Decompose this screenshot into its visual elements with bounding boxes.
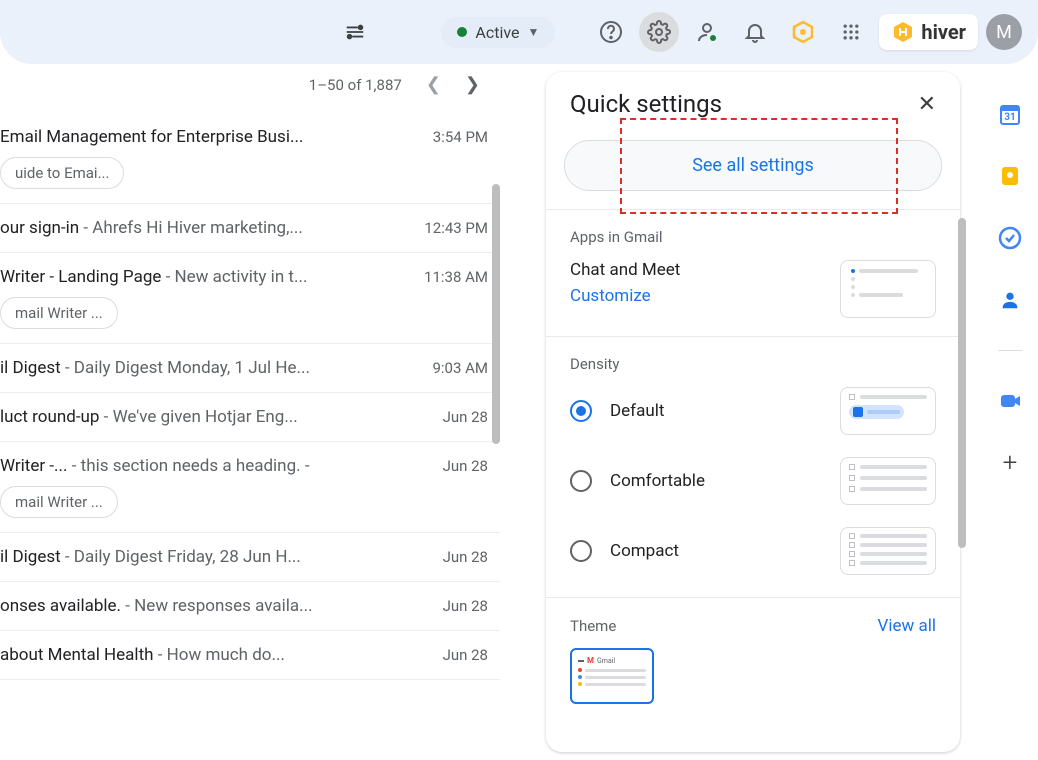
attachment-chip[interactable]: mail Writer ... xyxy=(0,486,118,518)
radio-unchecked-icon xyxy=(570,540,592,562)
settings-scrollbar[interactable] xyxy=(958,218,966,548)
email-row[interactable]: our sign-in - Ahrefs Hi Hiver marketing,… xyxy=(0,204,500,253)
contacts-side-icon[interactable] xyxy=(998,288,1022,312)
email-time: 12:43 PM xyxy=(412,219,488,237)
apps-in-gmail-label: Apps in Gmail xyxy=(570,228,936,246)
close-icon[interactable]: ✕ xyxy=(918,92,936,117)
density-preview-default xyxy=(840,387,936,435)
email-subject: il Digest - Daily Digest Friday, 28 Jun … xyxy=(0,547,301,567)
email-preview: - New activity in t... xyxy=(161,267,307,287)
email-row[interactable]: luct round-up - We've given Hotjar Eng..… xyxy=(0,393,500,442)
email-time: Jun 28 xyxy=(431,646,488,664)
chevron-down-icon: ▼ xyxy=(527,25,539,39)
see-all-settings-button[interactable]: See all settings xyxy=(564,140,942,191)
density-compact-label: Compact xyxy=(610,541,679,561)
hiver-badge[interactable]: hiver xyxy=(879,14,978,50)
email-row[interactable]: about Mental Health - How much do... Jun … xyxy=(0,631,500,680)
pagination-bar: 1–50 of 1,887 ❮ ❯ xyxy=(0,64,500,113)
email-subject: Writer - Landing Page - New activity in … xyxy=(0,267,307,287)
email-time: Jun 28 xyxy=(431,457,488,475)
email-time: Jun 28 xyxy=(431,548,488,566)
chat-meet-preview xyxy=(840,260,936,318)
maillist-scrollbar[interactable] xyxy=(492,184,500,444)
email-subject: our sign-in - Ahrefs Hi Hiver marketing,… xyxy=(0,218,303,238)
hiver-label: hiver xyxy=(921,20,966,44)
density-option-compact[interactable]: Compact xyxy=(570,540,679,562)
mail-list: 1–50 of 1,887 ❮ ❯ Email Management for E… xyxy=(0,64,500,760)
density-preview-compact xyxy=(840,527,936,575)
avatar-letter: M xyxy=(996,22,1012,43)
density-preview-comfortable xyxy=(840,457,936,505)
theme-section-label: Theme xyxy=(570,617,616,635)
email-preview: - Ahrefs Hi Hiver marketing,... xyxy=(79,218,303,238)
keep-icon[interactable] xyxy=(998,164,1022,188)
email-time: Jun 28 xyxy=(431,408,488,426)
page-prev-icon[interactable]: ❮ xyxy=(426,74,441,95)
add-addon-icon[interactable]: + xyxy=(998,451,1022,475)
density-comfortable-label: Comfortable xyxy=(610,471,705,491)
density-section-label: Density xyxy=(570,355,936,373)
attachment-chip[interactable]: mail Writer ... xyxy=(0,297,118,329)
pagination-range: 1–50 of 1,887 xyxy=(309,76,402,94)
email-preview: - this section needs a heading. - xyxy=(68,456,310,476)
tasks-icon[interactable] xyxy=(998,226,1022,250)
email-time: 9:03 AM xyxy=(420,359,488,377)
email-preview: - Daily Digest Monday, 1 Jul He... xyxy=(61,358,310,378)
email-time: 11:38 AM xyxy=(412,268,488,286)
status-pill[interactable]: Active ▼ xyxy=(441,17,555,48)
email-row[interactable]: onses available. - New responses availa.… xyxy=(0,582,500,631)
meet-icon[interactable] xyxy=(998,389,1022,413)
contacts-icon[interactable] xyxy=(687,12,727,52)
customize-link[interactable]: Customize xyxy=(570,286,680,306)
email-row[interactable]: Writer -... - this section needs a headi… xyxy=(0,442,500,533)
density-default-label: Default xyxy=(610,401,664,421)
email-preview: - New responses availa... xyxy=(121,596,313,616)
theme-thumbnail-default[interactable]: MGmail xyxy=(570,648,654,704)
email-subject: about Mental Health - How much do... xyxy=(0,645,285,665)
apps-grid-icon[interactable] xyxy=(831,12,871,52)
email-preview: - We've given Hotjar Eng... xyxy=(99,407,297,427)
quick-settings-title: Quick settings xyxy=(570,90,722,118)
notifications-bell-icon[interactable] xyxy=(735,12,775,52)
topbar: Active ▼ hiver M xyxy=(0,0,1038,64)
density-option-comfortable[interactable]: Comfortable xyxy=(570,470,705,492)
input-tools-icon[interactable] xyxy=(335,12,375,52)
density-option-default[interactable]: Default xyxy=(570,400,664,422)
email-subject: onses available. - New responses availa.… xyxy=(0,596,313,616)
account-avatar[interactable]: M xyxy=(986,14,1022,50)
status-dot-icon xyxy=(457,27,467,37)
email-subject: Writer -... - this section needs a headi… xyxy=(0,456,310,476)
chat-and-meet-label: Chat and Meet xyxy=(570,260,680,280)
hiver-hex-icon[interactable] xyxy=(783,12,823,52)
email-row[interactable]: Writer - Landing Page - New activity in … xyxy=(0,253,500,344)
attachment-chip[interactable]: uide to Emai... xyxy=(0,157,124,189)
page-next-icon[interactable]: ❯ xyxy=(465,74,480,95)
email-subject: Email Management for Enterprise Busi... xyxy=(0,127,303,147)
email-row[interactable]: il Digest - Daily Digest Friday, 28 Jun … xyxy=(0,533,500,582)
email-preview: - How much do... xyxy=(154,645,285,665)
email-subject: luct round-up - We've given Hotjar Eng..… xyxy=(0,407,298,427)
svg-text:31: 31 xyxy=(1004,112,1015,123)
side-separator xyxy=(998,350,1022,351)
email-preview: - Daily Digest Friday, 28 Jun H... xyxy=(61,547,301,567)
theme-view-all-link[interactable]: View all xyxy=(878,616,936,636)
hiver-logo-icon xyxy=(891,20,915,44)
settings-gear-icon[interactable] xyxy=(639,12,679,52)
radio-unchecked-icon xyxy=(570,470,592,492)
email-time: 3:54 PM xyxy=(421,128,488,146)
email-subject: il Digest - Daily Digest Monday, 1 Jul H… xyxy=(0,358,310,378)
email-time: Jun 28 xyxy=(431,597,488,615)
quick-settings-panel: Quick settings ✕ See all settings Apps i… xyxy=(546,72,960,752)
radio-checked-icon xyxy=(570,400,592,422)
calendar-icon[interactable]: 31 xyxy=(998,102,1022,126)
help-icon[interactable] xyxy=(591,12,631,52)
side-panel: 31 + xyxy=(982,72,1038,752)
email-row[interactable]: Email Management for Enterprise Busi... 3… xyxy=(0,113,500,204)
status-label: Active xyxy=(475,23,519,42)
email-row[interactable]: il Digest - Daily Digest Monday, 1 Jul H… xyxy=(0,344,500,393)
